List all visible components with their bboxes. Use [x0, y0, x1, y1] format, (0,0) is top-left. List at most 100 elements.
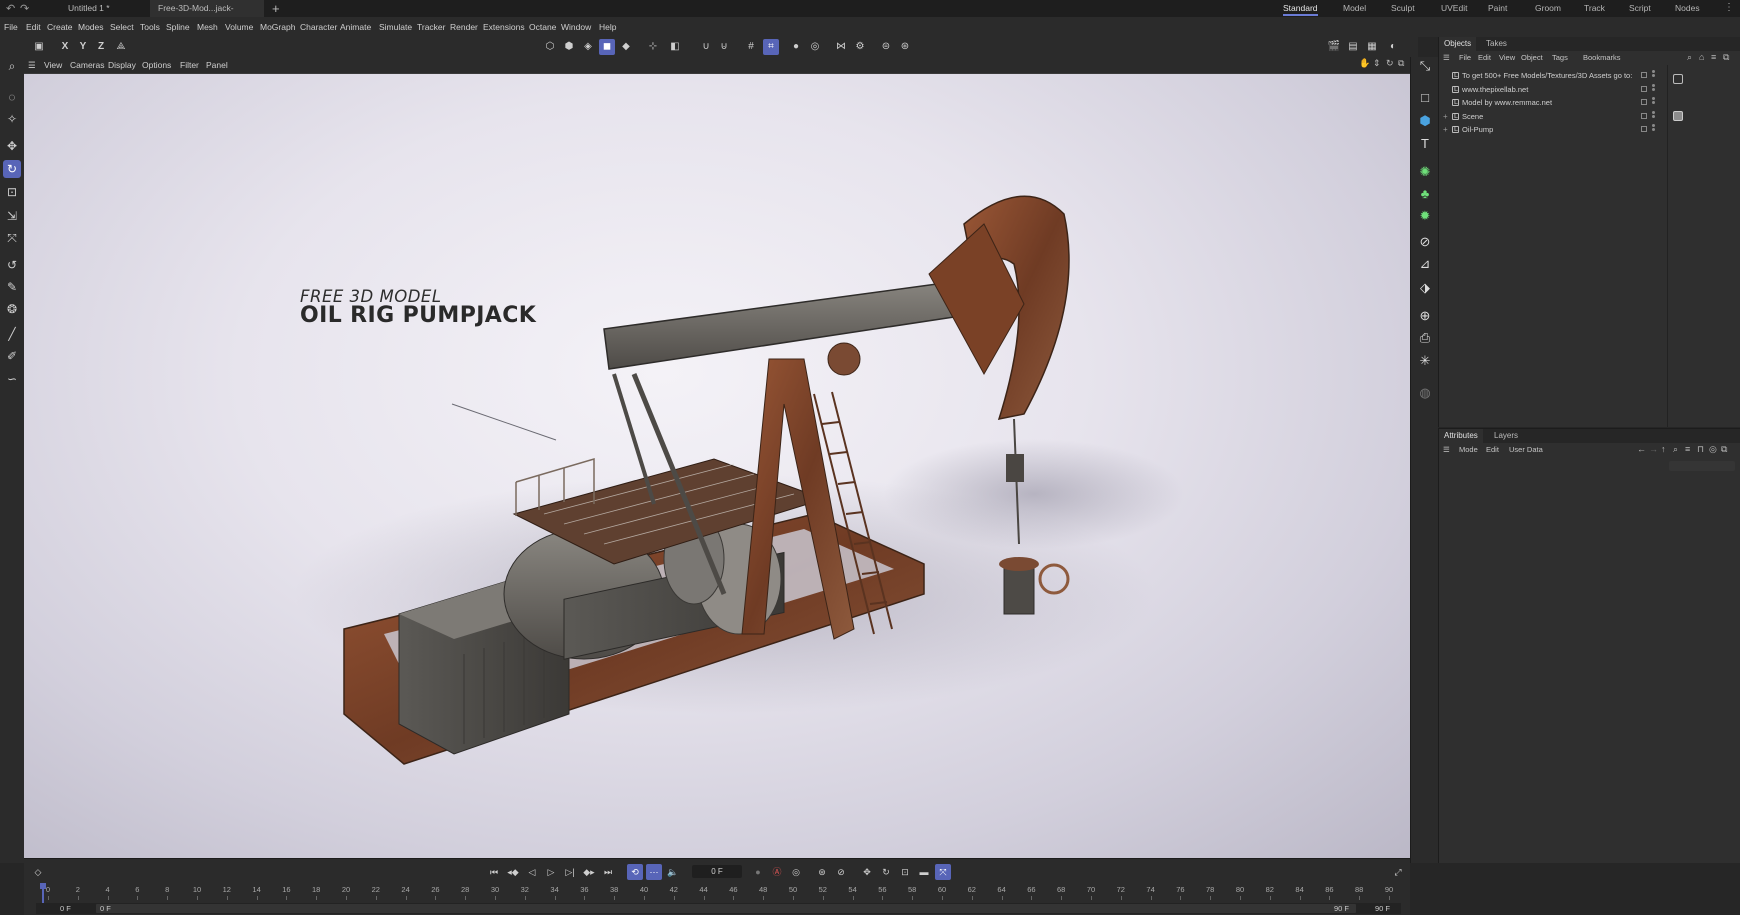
object-row[interactable]: To get 500+ Free Models/Textures/3D Asse… — [1439, 69, 1699, 82]
menu-edit[interactable]: Edit — [26, 17, 41, 37]
attribute-menu-user-data[interactable]: User Data — [1509, 443, 1543, 457]
field-icon[interactable]: ⊿ — [1416, 255, 1434, 273]
attribute-search-field[interactable] — [1669, 461, 1735, 471]
render-settings-icon[interactable]: ◐ — [1385, 39, 1401, 55]
search-icon[interactable]: ⌕ — [1687, 52, 1692, 63]
timeline-expand-icon[interactable]: ⤢ — [1390, 864, 1406, 880]
undo-icon[interactable]: ↶ — [6, 2, 15, 15]
rotate-tool-icon[interactable]: ↻ — [3, 160, 21, 178]
key-scale-icon[interactable]: ⊡ — [897, 864, 913, 880]
make-editable-icon[interactable]: ⤡ — [1416, 57, 1434, 75]
document-tab-untitled[interactable]: Untitled 1 * — [60, 0, 118, 17]
object-row[interactable]: Model by www.remmac.net — [1439, 96, 1699, 109]
light-icon[interactable]: ✳ — [1416, 352, 1434, 370]
add-tab-icon[interactable]: + — [272, 0, 280, 17]
go-to-start-icon[interactable]: ⏮ — [486, 864, 502, 880]
layout-tab-script[interactable]: Script — [1629, 0, 1651, 17]
attribute-menu-edit[interactable]: Edit — [1486, 443, 1499, 457]
filter-icon[interactable]: ≡ — [1711, 52, 1716, 62]
key-position-icon[interactable]: ✥ — [859, 864, 875, 880]
menu-extensions[interactable]: Extensions — [483, 17, 525, 37]
loop-tool-icon[interactable]: ✎ — [3, 278, 21, 296]
visibility-check-icon[interactable] — [1641, 85, 1647, 92]
viewport-menu-options[interactable]: Options — [142, 57, 171, 73]
viewport-menu-icon[interactable]: ☰ — [28, 57, 36, 73]
record-icon[interactable]: ● — [750, 864, 766, 880]
soft-selection-icon[interactable]: ⊜ — [878, 39, 894, 55]
tab-takes[interactable]: Takes — [1481, 37, 1512, 51]
axis-x-button[interactable]: X — [57, 39, 73, 55]
redo-icon[interactable]: ↷ — [20, 2, 29, 15]
volume-icon[interactable]: ⬗ — [1416, 279, 1434, 297]
frame-ruler[interactable]: 0 2 4 6 8 10 12 14 16 18 20 22 24 26 28 30 32 34 36 38 40 42 4… — [36, 885, 1401, 901]
filter-icon[interactable]: ≡ — [1685, 444, 1690, 454]
expand-icon[interactable]: + — [1443, 110, 1448, 123]
visibility-check-icon[interactable] — [1641, 112, 1647, 119]
visibility-check-icon[interactable] — [1641, 99, 1647, 105]
menu-simulate[interactable]: Simulate — [379, 17, 412, 37]
menu-spline[interactable]: Spline — [166, 17, 190, 37]
render-picture-viewer-icon[interactable]: ▦ — [1364, 39, 1380, 55]
forward-arrow-icon[interactable]: → — [1649, 444, 1658, 454]
workplane-icon[interactable]: ⌗ — [763, 39, 779, 55]
orbit-icon[interactable]: ↻ — [1386, 58, 1394, 69]
layout-tab-groom[interactable]: Groom — [1535, 0, 1561, 17]
deformer-icon[interactable]: ⊘ — [1416, 233, 1434, 251]
object-menu-file[interactable]: File — [1459, 51, 1471, 65]
next-frame-icon[interactable]: ▷| — [562, 864, 578, 880]
null-object-icon[interactable]: □ — [1416, 89, 1434, 107]
menu-animate[interactable]: Animate — [340, 17, 371, 37]
home-icon[interactable]: ⌂ — [1699, 52, 1704, 62]
object-row[interactable]: www.thepixellab.net — [1439, 83, 1699, 96]
sound-icon[interactable]: 🔈 — [665, 864, 681, 880]
tab-attributes[interactable]: Attributes — [1439, 429, 1483, 443]
cube-primitive-icon[interactable]: ⬢ — [1416, 112, 1434, 130]
search-icon[interactable]: ⌕ — [1673, 444, 1678, 455]
tab-objects[interactable]: Objects — [1439, 37, 1477, 51]
playhead[interactable] — [40, 883, 46, 903]
scale-tool-icon[interactable]: ⊡ — [3, 183, 21, 201]
panel-menu-icon[interactable]: ☰ — [1443, 51, 1450, 65]
model-mode-icon[interactable]: ◼ — [599, 39, 615, 55]
menu-window[interactable]: Window — [561, 17, 591, 37]
layout-tab-nodes[interactable]: Nodes — [1675, 0, 1700, 17]
viewport-menu-cameras[interactable]: Cameras — [70, 57, 104, 73]
menu-volume[interactable]: Volume — [225, 17, 253, 37]
record-rotation-icon[interactable]: ⊘ — [833, 864, 849, 880]
move-tool-icon[interactable]: ✥ — [3, 137, 21, 155]
camera-icon[interactable]: ⎙ — [1416, 329, 1434, 347]
polygons-mode-icon[interactable]: ◈ — [580, 39, 596, 55]
viewport-menu-view[interactable]: View — [44, 57, 62, 73]
go-to-end-icon[interactable]: ⏭ — [600, 864, 616, 880]
menu-help[interactable]: Help — [599, 17, 616, 37]
current-frame-field[interactable]: 0 F — [692, 865, 742, 878]
render-view-icon[interactable]: ▤ — [1345, 39, 1361, 55]
points-mode-icon[interactable]: ⬡ — [542, 39, 558, 55]
pan-icon[interactable]: ✋ — [1359, 58, 1370, 69]
spline-pen-icon[interactable]: ∽ — [3, 370, 21, 388]
menu-mograph[interactable]: MoGraph — [260, 17, 295, 37]
loop-icon[interactable]: ⟲ — [627, 864, 643, 880]
preview-range-bar[interactable]: 0 F 0 F 90 F 90 F — [36, 903, 1401, 914]
layout-tab-model[interactable]: Model — [1343, 0, 1366, 17]
grid-icon[interactable]: # — [743, 39, 759, 55]
range-end[interactable]: 90 F — [1375, 903, 1390, 914]
snap-icon[interactable]: ∪ — [698, 39, 714, 55]
object-row[interactable]: + Oil-Pump — [1439, 123, 1699, 136]
generator-icon[interactable]: ✺ — [1416, 163, 1434, 181]
menu-file[interactable]: File — [4, 17, 18, 37]
extrude-tool-icon[interactable]: ⤧ — [3, 229, 21, 247]
keyframe-mode-icon[interactable]: ◇ — [30, 864, 46, 880]
menu-select[interactable]: Select — [110, 17, 134, 37]
search-icon[interactable]: ⌕ — [3, 57, 21, 75]
render-region-icon[interactable]: 🎬 — [1326, 39, 1342, 55]
up-arrow-icon[interactable]: ↑ — [1661, 444, 1666, 454]
object-menu-bookmarks[interactable]: Bookmarks — [1583, 51, 1621, 65]
viewport-menu-display[interactable]: Display — [108, 57, 136, 73]
menu-octane[interactable]: Octane — [529, 17, 556, 37]
symmetry-icon[interactable]: ⋈ — [833, 39, 849, 55]
editor-render-dots-icon[interactable] — [1652, 110, 1655, 121]
key-rotation-icon[interactable]: ↻ — [878, 864, 894, 880]
maximize-view-icon[interactable]: ⧉ — [1398, 58, 1404, 69]
object-menu-view[interactable]: View — [1499, 51, 1515, 65]
